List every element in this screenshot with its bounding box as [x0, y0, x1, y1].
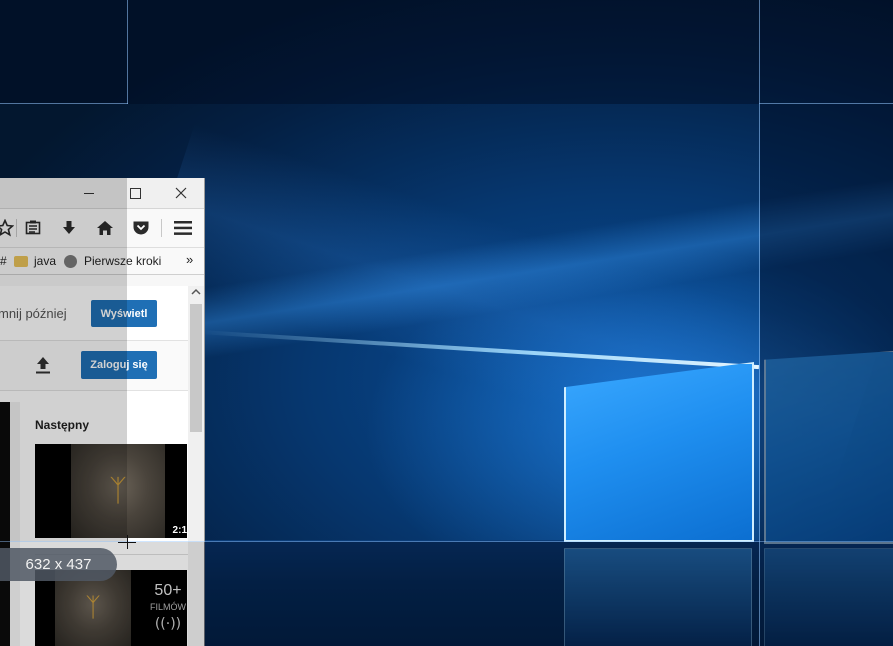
- star-icon[interactable]: [0, 217, 16, 239]
- rune-icon: ᛉ: [85, 593, 101, 623]
- playlist-overlay: 50+ FILMÓW ((·)): [149, 570, 187, 646]
- bookmark-pierwsze-kroki[interactable]: Pierwsze kroki: [64, 254, 161, 268]
- toolbar-separator: [161, 219, 162, 237]
- title-bar[interactable]: [0, 178, 204, 209]
- playlist-thumbnail[interactable]: ᛉ 50+ FILMÓW ((·)): [35, 570, 187, 646]
- close-button[interactable]: [158, 178, 204, 208]
- view-button[interactable]: Wyświetl: [91, 300, 157, 327]
- header-bar: Zaloguj się: [0, 341, 204, 391]
- minimize-button[interactable]: [66, 178, 112, 208]
- playlist-label: FILMÓW: [150, 602, 186, 612]
- thumbnail-image: ᛉ: [55, 570, 131, 646]
- playlist-broadcast-icon: ((·)): [154, 616, 182, 632]
- selection-guide: [0, 103, 128, 104]
- maximize-button[interactable]: [112, 178, 158, 208]
- maximize-icon: [129, 187, 141, 199]
- rune-icon: ᛉ: [109, 473, 127, 509]
- folder-icon: [14, 255, 28, 267]
- bookmarks-overflow-button[interactable]: »: [186, 252, 193, 267]
- download-icon[interactable]: [58, 217, 80, 239]
- bookmark-label: java: [34, 254, 57, 268]
- bookmark-label: #: [0, 254, 7, 268]
- video-duration: 2:1: [172, 525, 187, 536]
- notice-text: mnij później: [0, 306, 67, 321]
- upload-icon[interactable]: [35, 356, 51, 379]
- browser-toolbar: [0, 209, 204, 248]
- menu-icon[interactable]: [172, 217, 194, 239]
- bookmarks-bar: # java Pierwsze kroki »: [0, 248, 204, 275]
- bookmark-label: Pierwsze kroki: [84, 254, 162, 268]
- page-content: mnij później Wyświetl Zaloguj się Następ…: [0, 286, 204, 646]
- home-icon[interactable]: [94, 217, 116, 239]
- selection-dim: [204, 542, 893, 646]
- selection-size-readout: 632 x 437: [0, 548, 117, 581]
- crosshair-cursor: [118, 542, 136, 543]
- pocket-icon[interactable]: [130, 217, 152, 239]
- login-button[interactable]: Zaloguj się: [81, 351, 157, 379]
- bookmark-java[interactable]: java: [14, 254, 56, 268]
- notice-bar: mnij później Wyświetl: [0, 286, 204, 341]
- up-next-sidebar: Następny ᛉ 2:1 ᛉ 50+ FILMÓW ((·)): [0, 402, 188, 646]
- close-icon: [175, 187, 187, 199]
- playlist-count: 50+: [154, 582, 182, 599]
- reading-list-icon[interactable]: [22, 217, 44, 239]
- selection-guide: [759, 103, 893, 104]
- windows-logo-pane: [564, 362, 754, 542]
- up-next-label: Następny: [35, 418, 90, 432]
- minimize-icon: [84, 192, 94, 194]
- bookmark-hash[interactable]: #: [0, 254, 7, 268]
- video-player-edge: [0, 402, 10, 646]
- vertical-scrollbar[interactable]: [188, 286, 204, 646]
- video-thumbnail[interactable]: ᛉ 2:1: [35, 444, 187, 538]
- selection-guide: [127, 0, 128, 104]
- chevron-double-right-icon: »: [186, 252, 194, 267]
- selection-guide: [759, 0, 760, 646]
- scroll-thumb[interactable]: [190, 304, 202, 432]
- scroll-up-icon[interactable]: [191, 288, 201, 300]
- toolbar-separator: [16, 219, 17, 237]
- globe-icon: [64, 254, 77, 268]
- selection-dim: [760, 104, 893, 542]
- thumbnail-image: ᛉ: [71, 444, 165, 538]
